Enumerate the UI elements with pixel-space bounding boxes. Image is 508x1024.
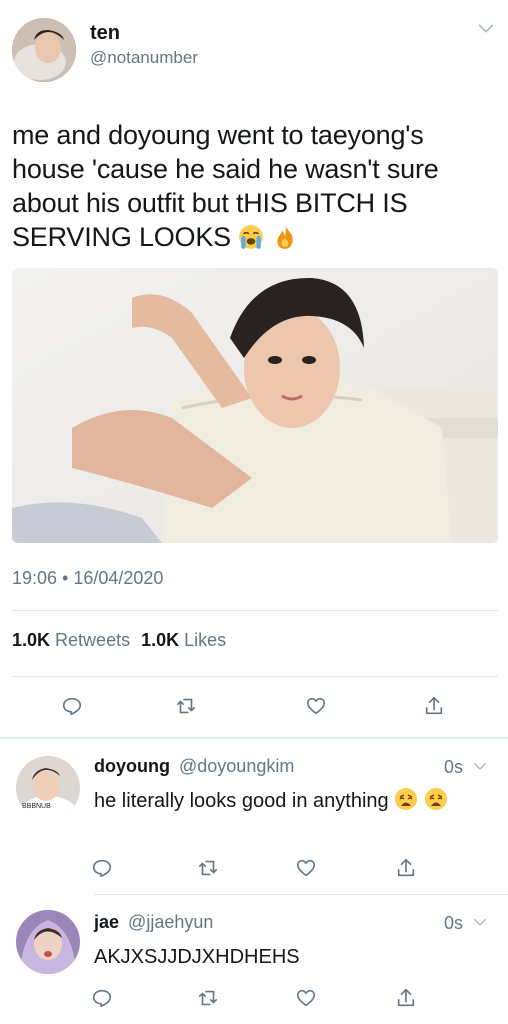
reply-text: he literally looks good in anything [94, 790, 389, 812]
retweet-icon[interactable] [194, 854, 222, 882]
reply-icon[interactable] [88, 854, 116, 882]
weary-face-icon [424, 787, 448, 811]
heart-icon[interactable] [292, 984, 320, 1012]
reply-avatar[interactable] [16, 910, 80, 974]
retweets-label: Retweets [55, 630, 131, 650]
tweet-photo[interactable] [12, 268, 498, 543]
retweet-icon[interactable] [194, 984, 222, 1012]
section-divider [0, 737, 508, 739]
tweet-timestamp[interactable]: 19:06 • 16/04/2020 [12, 568, 163, 589]
heart-icon[interactable] [292, 854, 320, 882]
divider [94, 894, 508, 895]
loudly-crying-face-icon [238, 224, 264, 250]
likes-stat[interactable]: 1.0K Likes [141, 630, 226, 650]
reply-text: AKJXSJJDJXHDHEHS [94, 946, 300, 968]
chevron-down-icon[interactable] [466, 908, 494, 936]
reply-author-name[interactable]: doyoung [94, 756, 170, 776]
divider [12, 676, 498, 677]
share-icon[interactable] [392, 854, 420, 882]
weary-face-icon [394, 787, 418, 811]
chevron-down-icon[interactable] [466, 752, 494, 780]
reply-author-name[interactable]: jae [94, 912, 119, 932]
retweets-stat[interactable]: 1.0K Retweets [12, 630, 135, 650]
author-avatar[interactable] [12, 18, 76, 82]
retweet-icon[interactable] [172, 692, 200, 720]
reply-author-handle[interactable]: @jjaehyun [128, 912, 213, 932]
divider [12, 610, 498, 611]
reply-icon[interactable] [88, 984, 116, 1012]
more-options-chevron-icon[interactable] [472, 14, 500, 42]
share-icon[interactable] [420, 692, 448, 720]
avatar-caption: BBBNUB [22, 803, 51, 810]
share-icon[interactable] [392, 984, 420, 1012]
retweets-count: 1.0K [12, 630, 51, 650]
likes-label: Likes [184, 630, 227, 650]
tweet-stats: 1.0K Retweets 1.0K Likes [12, 630, 226, 651]
reply-icon[interactable] [58, 692, 86, 720]
reply-header: jae @jjaehyun [94, 912, 213, 933]
author-handle[interactable]: @notanumber [90, 48, 198, 68]
tweet-text: me and doyoung went to taeyong's house '… [12, 120, 439, 252]
reply-text-block: he literally looks good in anything [94, 786, 474, 816]
reply-time[interactable]: 0s [444, 913, 463, 934]
reply-time[interactable]: 0s [444, 757, 463, 778]
heart-icon[interactable] [302, 692, 330, 720]
likes-count: 1.0K [141, 630, 180, 650]
tweet-text-block: me and doyoung went to taeyong's house '… [12, 118, 498, 254]
reply-header: doyoung @doyoungkim [94, 756, 294, 777]
reply-author-handle[interactable]: @doyoungkim [179, 756, 294, 776]
fire-icon [272, 224, 298, 250]
author-name[interactable]: ten [90, 22, 120, 45]
reply-avatar[interactable]: BBBNUB [16, 756, 80, 820]
